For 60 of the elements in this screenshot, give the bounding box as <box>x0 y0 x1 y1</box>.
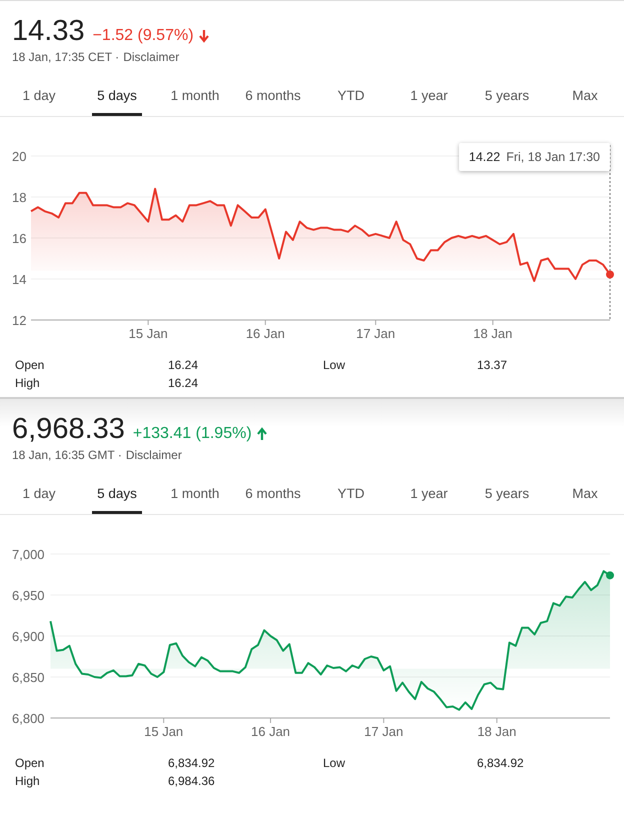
axis-label: 6,850 <box>12 670 45 685</box>
axis-label: 17 Jan <box>356 326 396 341</box>
range-tab[interactable]: 1 month <box>166 476 224 514</box>
axis-label: 6,900 <box>12 629 45 644</box>
tooltip-value: 14.22 <box>468 150 500 164</box>
stat-value: 6,984.36 <box>168 774 216 788</box>
axis-label: 16 <box>12 231 26 246</box>
axis-label: 7,000 <box>12 547 45 562</box>
down-arrow-icon <box>198 29 210 43</box>
range-tab[interactable]: 1 day <box>17 78 61 116</box>
stat-label: Open <box>15 756 46 770</box>
range-tab[interactable]: YTD <box>332 476 370 514</box>
range-tab[interactable]: 5 days <box>92 78 142 116</box>
range-tab[interactable]: 6 months <box>240 78 306 116</box>
price-change: −1.52 (9.57%) <box>92 27 194 45</box>
stat-label: Low <box>323 358 346 372</box>
range-tab[interactable]: Max <box>567 78 603 116</box>
disclaimer-link[interactable]: Disclaimer <box>126 448 182 462</box>
range-tab[interactable]: 1 day <box>17 476 61 514</box>
timestamp: 18 Jan, 16:35 GMT · <box>12 448 122 462</box>
range-tab[interactable]: 5 years <box>480 78 534 116</box>
end-point-marker <box>606 571 614 580</box>
axis-label: 12 <box>12 313 26 328</box>
stat-value: 16.24 <box>168 376 200 390</box>
stat-label: Low <box>323 756 346 770</box>
axis-label: 15 Jan <box>144 724 184 739</box>
price-value: 6,968.33 <box>12 413 125 446</box>
range-tab[interactable]: 1 year <box>405 78 453 116</box>
stat-value: 16.24 <box>168 358 200 372</box>
range-tab[interactable]: 5 years <box>480 476 534 514</box>
disclaimer-link[interactable]: Disclaimer <box>123 50 180 64</box>
price-change: +133.41 (1.95%) <box>132 425 252 443</box>
stat-value: 6,834.92 <box>168 756 216 770</box>
range-tab[interactable]: 1 month <box>166 78 224 116</box>
range-tab[interactable]: YTD <box>332 78 370 116</box>
price-value: 14.33 <box>12 15 85 48</box>
axis-label: 14 <box>12 272 26 287</box>
stat-label: Open <box>15 358 46 372</box>
range-tab[interactable]: Max <box>567 476 603 514</box>
axis-label: 16 Jan <box>246 326 285 341</box>
axis-label: 17 Jan <box>364 724 404 739</box>
axis-label: 6,800 <box>12 711 45 726</box>
range-tab[interactable]: 6 months <box>240 476 306 514</box>
tooltip-date: Fri, 18 Jan 17:30 <box>506 150 600 164</box>
end-point-marker <box>606 270 614 278</box>
stat-label: High <box>15 774 41 788</box>
axis-label: 15 Jan <box>128 326 168 341</box>
axis-label: 18 <box>12 190 26 205</box>
axis-label: 16 Jan <box>251 724 290 739</box>
stat-label: High <box>15 376 41 390</box>
stat-value: 13.37 <box>477 358 508 372</box>
axis-label: 6,950 <box>12 588 45 603</box>
range-tab[interactable]: 5 days <box>92 476 142 514</box>
axis-label: 18 Jan <box>473 326 512 341</box>
range-tab[interactable]: 1 year <box>405 476 453 514</box>
axis-label: 20 <box>12 149 26 164</box>
timestamp: 18 Jan, 17:35 CET · <box>12 50 120 64</box>
up-arrow-icon <box>256 427 268 441</box>
stat-value: 6,834.92 <box>477 756 525 770</box>
axis-label: 18 Jan <box>477 724 516 739</box>
